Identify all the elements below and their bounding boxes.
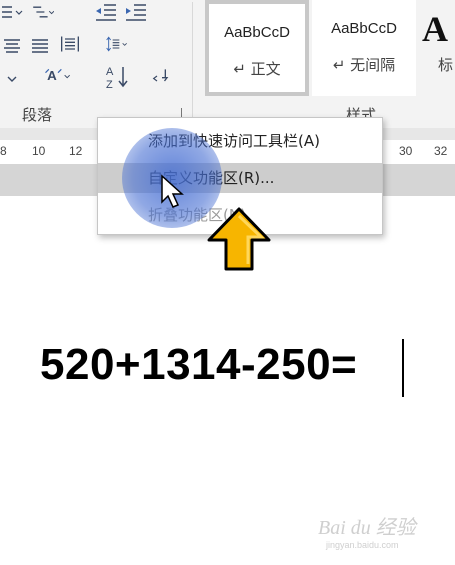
watermark-subtext: jingyan.baidu.com xyxy=(325,540,399,550)
watermark-text: Bai du 经验 xyxy=(318,517,419,539)
mouse-pointer-icon xyxy=(161,174,184,208)
distributed-align-icon[interactable] xyxy=(58,34,82,54)
align-center-icon[interactable] xyxy=(0,36,24,56)
style-no-spacing[interactable]: AaBbCcD ↵ 无间隔 xyxy=(312,0,416,96)
style-name: ↵ 无间隔 xyxy=(332,56,396,74)
style-sample: AaBbCcD xyxy=(224,24,290,41)
show-formatting-marks-icon[interactable] xyxy=(150,66,174,86)
decrease-indent-icon[interactable] xyxy=(94,2,118,22)
ruler-number: 30 xyxy=(399,144,413,158)
line-spacing-icon[interactable] xyxy=(104,34,128,54)
style-heading-name: 标 xyxy=(438,56,454,74)
multilevel-list-icon[interactable] xyxy=(30,2,54,22)
sort-icon[interactable]: AZ xyxy=(104,64,132,90)
svg-text:A: A xyxy=(106,66,114,78)
ribbon: A AZ 段落 AaBbCcD ↵ 正文 AaBbCcD ↵ 无间隔 A 标 样… xyxy=(0,0,455,128)
increase-indent-icon[interactable] xyxy=(124,2,148,22)
text-caret xyxy=(402,339,404,397)
style-name: ↵ 正文 xyxy=(233,60,281,78)
group-divider xyxy=(192,2,193,126)
svg-text:Z: Z xyxy=(106,79,113,90)
baidu-watermark-logo: Bai du 经验 jingyan.baidu.com xyxy=(318,517,419,550)
bullet-list-icon[interactable] xyxy=(0,2,24,22)
svg-text:A: A xyxy=(47,68,57,83)
ruler-number: 8 xyxy=(0,144,7,158)
ruler-number: 12 xyxy=(69,144,83,158)
align-right-icon[interactable] xyxy=(28,36,52,56)
shading-icon[interactable]: A xyxy=(42,66,74,86)
dropdown-arrow-icon[interactable] xyxy=(0,68,24,88)
style-normal[interactable]: AaBbCcD ↵ 正文 xyxy=(205,0,309,96)
ruler-number: 10 xyxy=(32,144,46,158)
style-heading-sample[interactable]: A xyxy=(422,8,448,50)
up-arrow-pointer-icon xyxy=(207,207,271,271)
paragraph-group-label: 段落 xyxy=(22,106,53,124)
style-sample: AaBbCcD xyxy=(331,20,397,37)
ruler-number: 32 xyxy=(434,144,448,158)
document-text[interactable]: 520+1314-250= xyxy=(40,340,357,390)
